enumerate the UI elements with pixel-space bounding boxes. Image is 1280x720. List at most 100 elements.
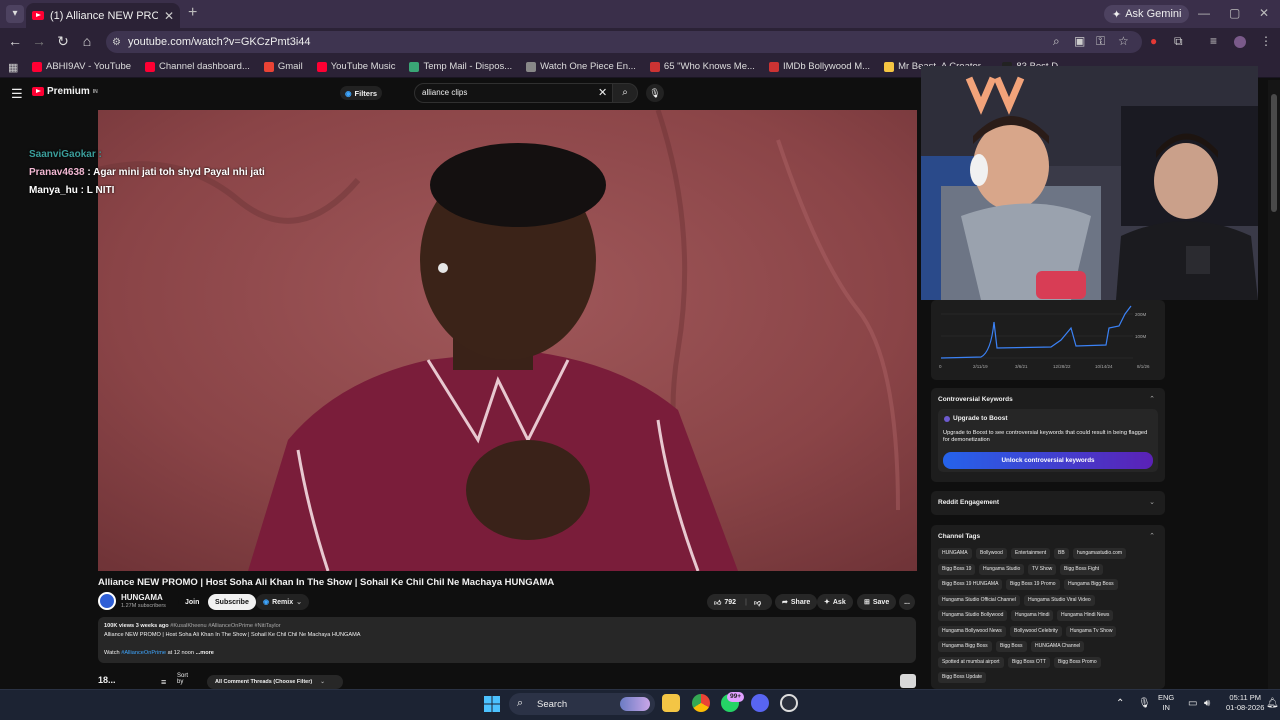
microphone-tray-icon[interactable]: 🎙︎ bbox=[1138, 698, 1151, 709]
voice-search-button[interactable]: 🎙 bbox=[646, 84, 664, 102]
scrollbar-thumb[interactable] bbox=[1271, 94, 1277, 212]
zoom-icon[interactable]: ⌕ bbox=[1053, 34, 1060, 49]
channel-tag[interactable]: Bollywood Celebrity bbox=[1010, 625, 1062, 637]
cast-icon[interactable]: ▣ bbox=[1074, 34, 1085, 48]
clear-search-icon[interactable]: ✕ bbox=[598, 86, 607, 99]
subscribe-button[interactable]: Subscribe bbox=[208, 594, 256, 610]
channel-tag[interactable]: Hungama Hindi bbox=[1011, 610, 1054, 621]
channel-avatar[interactable] bbox=[98, 592, 116, 610]
new-tab-button[interactable]: + bbox=[188, 4, 197, 22]
ask-button[interactable]: ✦ Ask bbox=[817, 594, 853, 610]
channel-tag[interactable]: Bigg Boss bbox=[996, 641, 1027, 652]
notifications-bell-icon[interactable]: 🔔︎ bbox=[1266, 698, 1279, 709]
video-player[interactable] bbox=[98, 110, 917, 571]
filters-button[interactable]: ◉ Filters bbox=[340, 86, 383, 100]
address-bar[interactable]: youtube.com/watch?v=GKCzPmt3i44 bbox=[106, 31, 1142, 53]
bookmark-item[interactable]: Temp Mail - Dispos... bbox=[409, 61, 512, 72]
ask-gemini-button[interactable]: ✦ Ask Gemini bbox=[1104, 5, 1190, 23]
channel-tag[interactable]: BB bbox=[1054, 548, 1069, 559]
back-arrow-icon[interactable]: ← bbox=[6, 33, 24, 49]
user-avatar[interactable] bbox=[900, 674, 916, 688]
description-hashtags[interactable]: #KusalKheenu #AllianceOnPrime #NitiTaylo… bbox=[170, 623, 280, 629]
channel-tag[interactable]: Bigg Boss OTT bbox=[1008, 656, 1050, 668]
channel-tag[interactable]: Hungama Studio Viral Video bbox=[1024, 594, 1095, 606]
bookmark-item[interactable]: ABHI9AV - YouTube bbox=[32, 61, 131, 72]
close-window-icon[interactable]: ✕ bbox=[1259, 6, 1269, 20]
bookmark-item[interactable]: Gmail bbox=[263, 61, 303, 72]
channel-tag[interactable]: TV Show bbox=[1028, 563, 1057, 575]
reload-icon[interactable]: ↻ bbox=[54, 33, 72, 50]
active-tab[interactable]: (1) Alliance NEW PROMO | Host ✕ bbox=[26, 3, 180, 28]
more-actions-button[interactable]: ... bbox=[899, 594, 915, 610]
volume-icon[interactable]: 🔊︎ bbox=[1204, 698, 1210, 709]
channel-tag[interactable]: Hungama Bigg Boss bbox=[938, 641, 992, 652]
comment-filter-dropdown[interactable]: All Comment Threads (Choose Filter) ⌄ bbox=[207, 675, 343, 689]
show-more-link[interactable]: ...more bbox=[196, 650, 214, 656]
channel-tag[interactable]: Bigg Boss Fight bbox=[1060, 563, 1104, 575]
sort-by-button[interactable]: Sort by bbox=[177, 673, 188, 685]
language-indicator[interactable]: ENG IN bbox=[1158, 693, 1174, 713]
channel-tag[interactable]: HUNGAMA bbox=[938, 548, 972, 559]
tab-search-button[interactable]: ▾ bbox=[6, 5, 24, 23]
channel-tag[interactable]: Bollywood bbox=[976, 548, 1007, 559]
channel-tag[interactable]: Hungama Studio Official Channel bbox=[938, 594, 1020, 606]
channel-tag[interactable]: Spotted at mumbai airport bbox=[938, 656, 1004, 668]
forward-arrow-icon[interactable]: → bbox=[30, 33, 48, 49]
password-key-icon[interactable]: ⚿ bbox=[1096, 34, 1105, 49]
bookmark-item[interactable]: IMDb Bollywood M... bbox=[768, 61, 870, 72]
obs-icon[interactable] bbox=[780, 694, 798, 712]
network-icon[interactable]: ▭ bbox=[1188, 698, 1197, 709]
video-description[interactable]: 100K views 3 weeks ago #KusalKheenu #All… bbox=[98, 617, 916, 663]
discord-icon[interactable] bbox=[751, 694, 769, 712]
channel-tag[interactable]: Hungama Studio Bollywood bbox=[938, 610, 1008, 621]
channel-tag[interactable]: Hungama Hindi News bbox=[1057, 610, 1114, 621]
like-button[interactable]: 👍︎ 792 | 👎︎ bbox=[707, 594, 772, 610]
sort-icon[interactable]: ≡ bbox=[161, 677, 166, 687]
bookmark-star-icon[interactable]: ☆ bbox=[1118, 34, 1129, 48]
extension-red-icon[interactable]: ● bbox=[1150, 34, 1157, 48]
maximize-icon[interactable]: ▢ bbox=[1229, 6, 1240, 20]
profile-avatar[interactable] bbox=[1234, 36, 1246, 48]
bookmark-item[interactable]: 65 "Who Knows Me... bbox=[649, 61, 755, 72]
reddit-engagement-card[interactable]: Reddit Engagement ⌄ bbox=[931, 491, 1165, 515]
channel-tag[interactable]: Bigg Boss 19 bbox=[938, 563, 976, 575]
windows-start-icon[interactable] bbox=[484, 696, 500, 712]
share-button[interactable]: ➦ Share bbox=[775, 594, 818, 610]
browser-menu-icon[interactable]: ⋮ bbox=[1260, 34, 1272, 48]
system-clock[interactable]: 05:11 PM 01-08-2026 bbox=[1226, 693, 1264, 713]
channel-name[interactable]: HUNGAMA bbox=[121, 593, 163, 602]
save-button[interactable]: ⊞ Save bbox=[857, 594, 897, 610]
channel-tag[interactable]: Hungama Bigg Boss bbox=[1064, 579, 1118, 590]
channel-tag[interactable]: hungamastudio.com bbox=[1073, 548, 1127, 559]
channel-tag[interactable]: Bigg Boss 19 Promo bbox=[1006, 579, 1060, 590]
channel-tag[interactable]: Hungama Bollywood News bbox=[938, 625, 1006, 637]
remix-button[interactable]: ◉ Remix ⌄ bbox=[256, 594, 309, 610]
tab-close-icon[interactable]: ✕ bbox=[164, 9, 174, 23]
chevron-up-icon[interactable]: ⌃ bbox=[1149, 395, 1155, 403]
channel-tag[interactable]: Bigg Boss Promo bbox=[1054, 656, 1101, 668]
bookmark-item[interactable]: YouTube Music bbox=[316, 61, 395, 72]
channel-tag[interactable]: Bigg Boss 19 HUNGAMA bbox=[938, 579, 1003, 590]
chevron-down-icon[interactable]: ⌄ bbox=[1149, 498, 1155, 506]
channel-tag[interactable]: Bigg Boss Update bbox=[938, 672, 987, 683]
bookmark-item[interactable]: Channel dashboard... bbox=[145, 61, 250, 72]
extensions-puzzle-icon[interactable]: ⧉ bbox=[1174, 34, 1183, 49]
show-hidden-icons-chevron-icon[interactable]: ⌃ bbox=[1116, 698, 1124, 709]
thumbs-down-icon[interactable]: 👎︎ bbox=[754, 598, 761, 607]
channel-tag[interactable]: Entertainment bbox=[1011, 548, 1051, 559]
reading-list-icon[interactable]: ≡ bbox=[1210, 34, 1217, 48]
chrome-icon[interactable] bbox=[692, 694, 710, 712]
search-button[interactable]: ⌕ bbox=[612, 83, 638, 103]
file-explorer-icon[interactable] bbox=[662, 694, 680, 712]
home-icon[interactable]: ⌂ bbox=[78, 33, 96, 49]
hashtag-link[interactable]: #AllianceOnPrime bbox=[121, 650, 166, 656]
channel-tag[interactable]: Hungama Tv Show bbox=[1066, 625, 1117, 637]
unlock-keywords-button[interactable]: Unlock controversial keywords bbox=[943, 452, 1153, 469]
channel-tag[interactable]: Hungama Studio bbox=[979, 563, 1025, 575]
youtube-premium-logo[interactable]: Premium IN bbox=[32, 86, 98, 97]
bookmark-item[interactable]: Watch One Piece En... bbox=[526, 61, 636, 72]
search-input[interactable]: alliance clips bbox=[414, 83, 614, 103]
chevron-up-icon[interactable]: ⌃ bbox=[1149, 532, 1155, 540]
join-button[interactable]: Join bbox=[178, 594, 207, 610]
hamburger-menu-icon[interactable]: ☰ bbox=[11, 86, 23, 102]
